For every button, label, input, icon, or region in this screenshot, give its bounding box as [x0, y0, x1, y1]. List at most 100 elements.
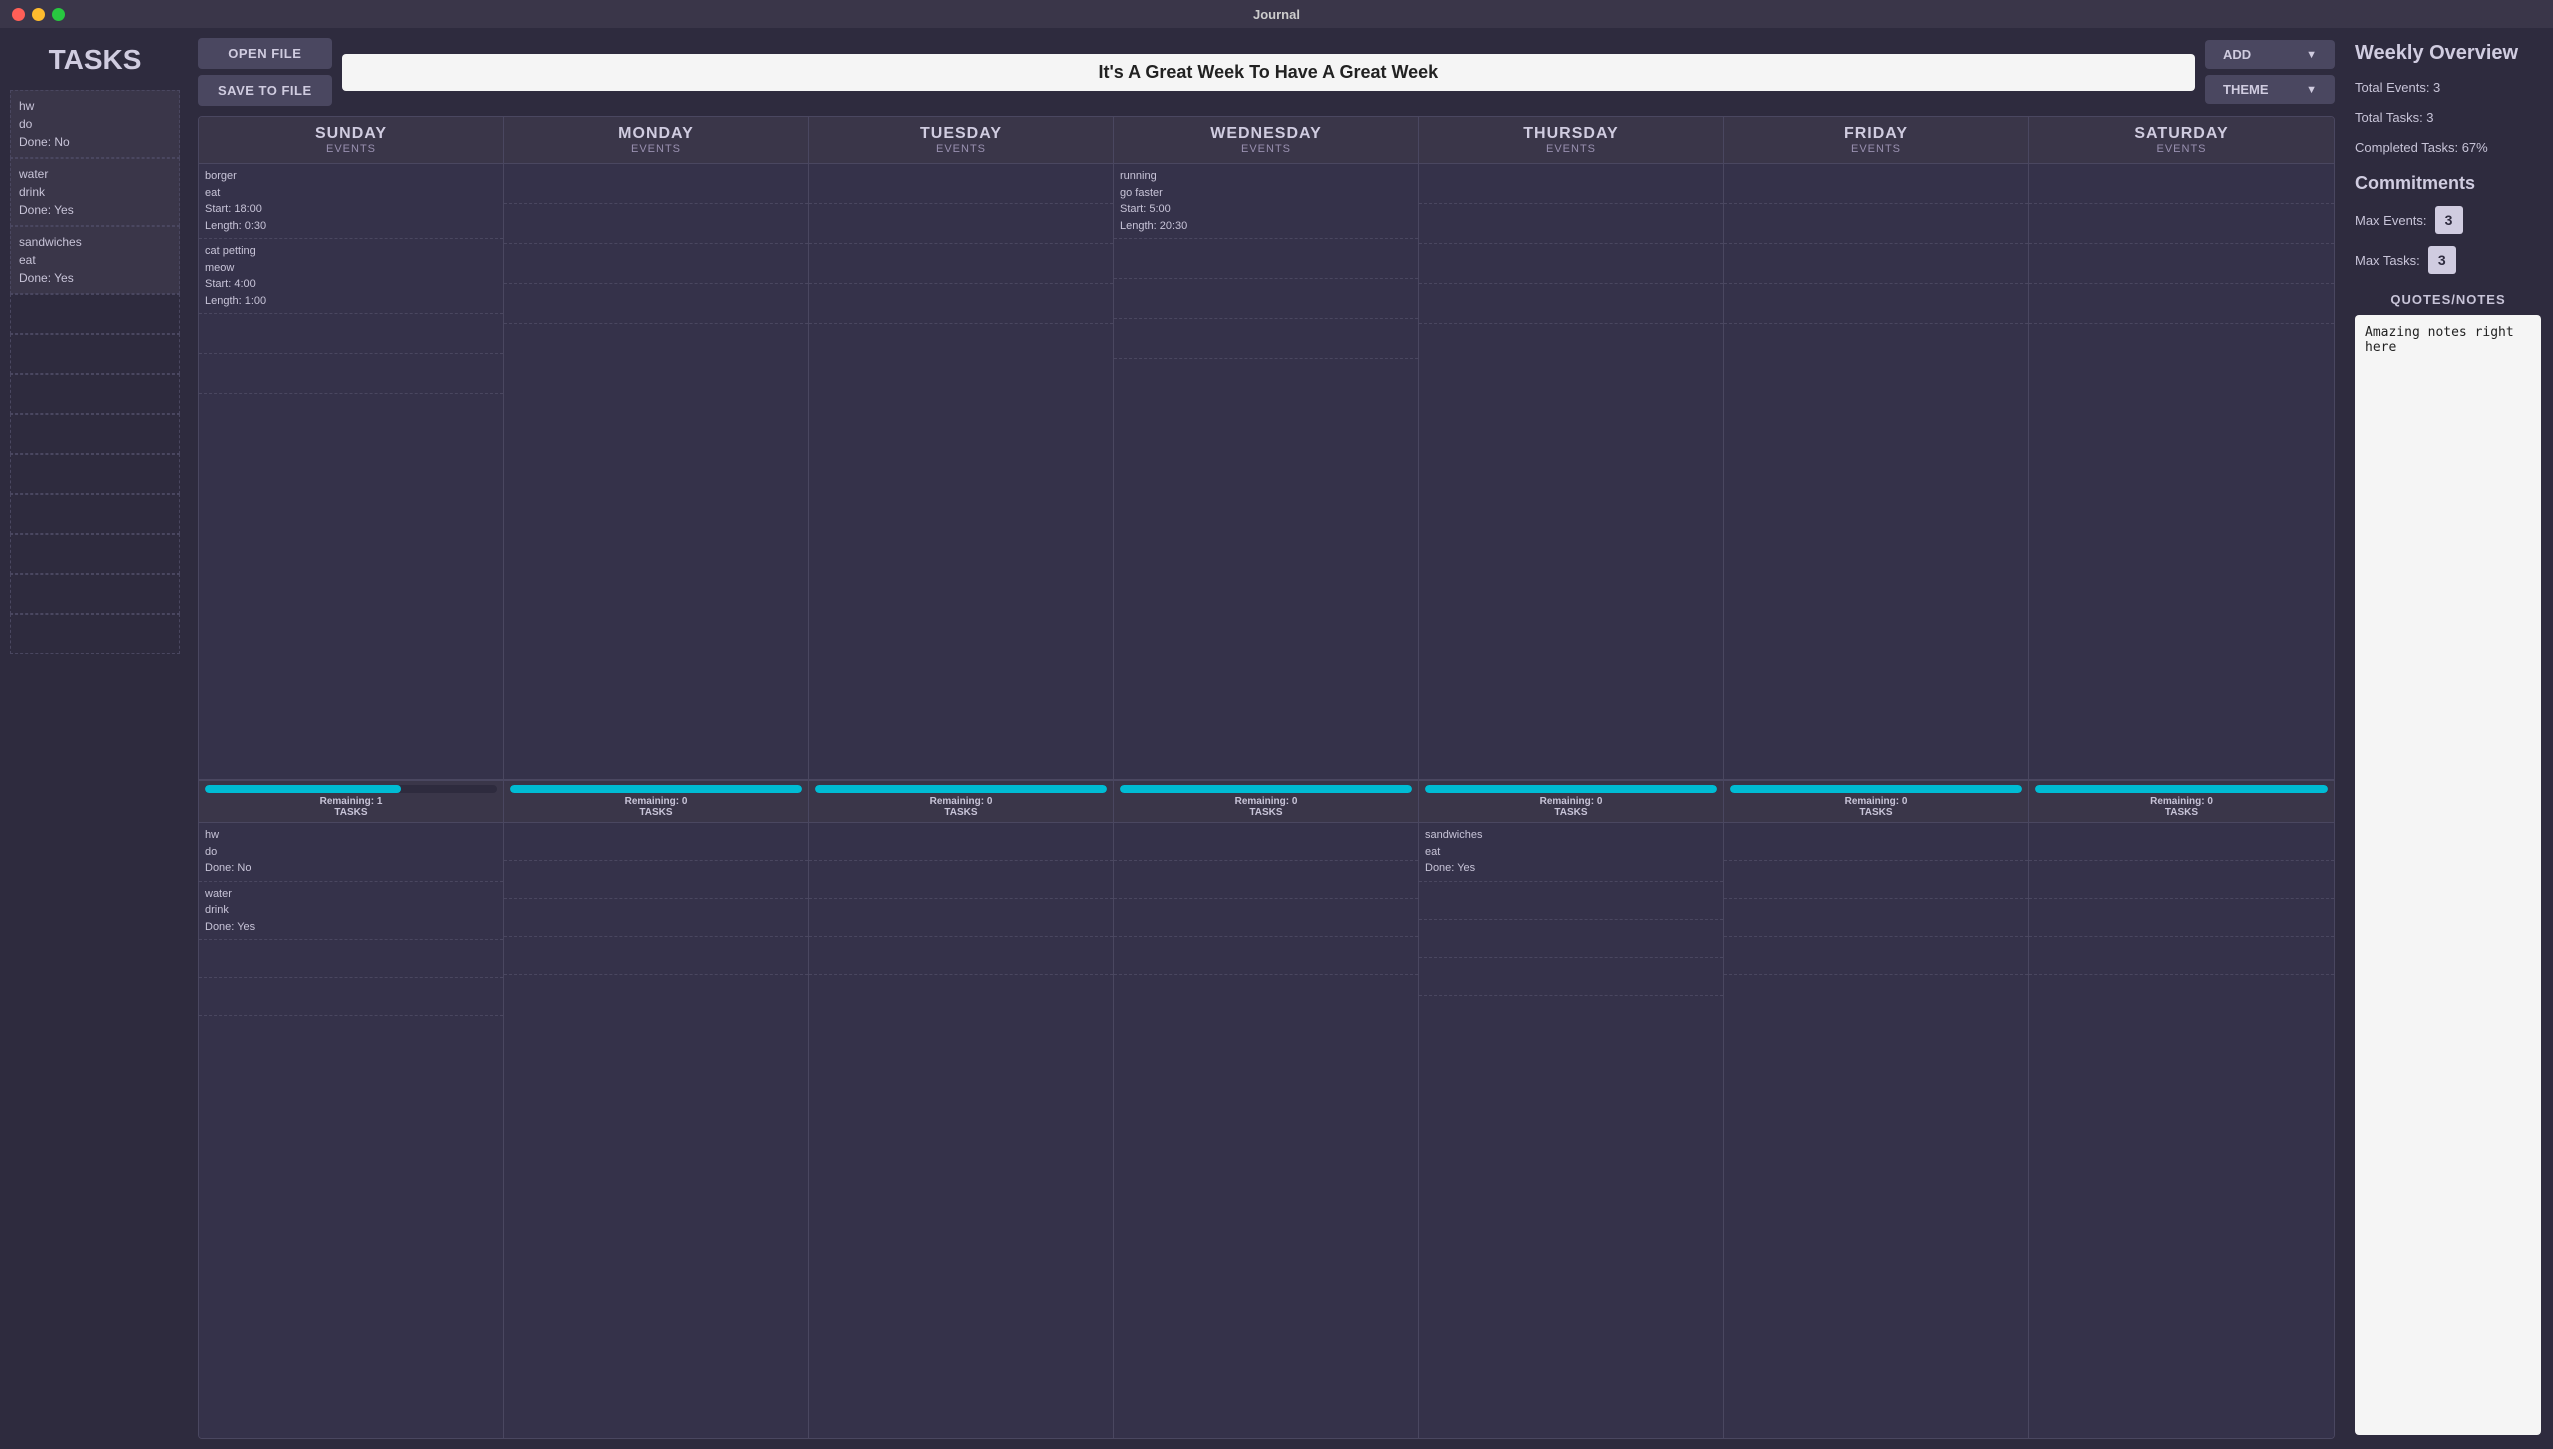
task-slot[interactable] — [1114, 937, 1418, 975]
event-slot[interactable] — [1419, 164, 1723, 204]
sidebar-task-item[interactable]: hw do Done: No — [10, 90, 180, 158]
event-slot[interactable] — [2029, 164, 2334, 204]
task-slot[interactable] — [504, 861, 808, 899]
event-slot[interactable] — [1419, 204, 1723, 244]
task-slot[interactable] — [809, 899, 1113, 937]
progress-bar-fill — [2035, 785, 2328, 793]
task-slot[interactable] — [1724, 975, 2028, 1013]
minimize-button[interactable] — [32, 8, 45, 21]
task-slot[interactable] — [809, 937, 1113, 975]
event-slot[interactable] — [1419, 244, 1723, 284]
task-slot[interactable] — [2029, 899, 2334, 937]
task-slot[interactable] — [2029, 861, 2334, 899]
task-slot[interactable] — [1724, 861, 2028, 899]
sidebar-task-item[interactable] — [10, 534, 180, 574]
event-slot[interactable] — [199, 354, 503, 394]
progress-bar-bg — [1120, 785, 1412, 793]
event-slot[interactable] — [809, 324, 1113, 364]
sidebar-task-item[interactable] — [10, 494, 180, 534]
task-slot[interactable] — [1419, 882, 1723, 920]
task-slot[interactable] — [199, 1016, 503, 1054]
event-slot[interactable] — [809, 164, 1113, 204]
tasks-section: hw do Done: Nowater drink Done: Yes — [199, 823, 503, 1438]
events-section: borger eat Start: 18:00 Length: 0:30cat … — [199, 164, 503, 780]
event-slot[interactable] — [1724, 204, 2028, 244]
main-content: OPEN FILE SAVE TO FILE ADD ▼ THEME ▼ SUN… — [190, 28, 2343, 1449]
week-title-input[interactable] — [342, 54, 2195, 91]
event-slot[interactable] — [1114, 279, 1418, 319]
sidebar-task-item[interactable] — [10, 614, 180, 654]
task-slot[interactable] — [199, 978, 503, 1016]
theme-dropdown-button[interactable]: THEME ▼ — [2205, 75, 2335, 104]
event-slot[interactable] — [504, 164, 808, 204]
task-slot[interactable] — [2029, 937, 2334, 975]
task-slot[interactable] — [1114, 861, 1418, 899]
task-slot[interactable] — [1724, 823, 2028, 861]
open-file-button[interactable]: OPEN FILE — [198, 38, 332, 69]
sidebar-task-item[interactable]: water drink Done: Yes — [10, 158, 180, 226]
task-slot[interactable]: hw do Done: No — [199, 823, 503, 882]
task-slot[interactable] — [809, 861, 1113, 899]
task-slot[interactable] — [1724, 899, 2028, 937]
day-header-saturday: SATURDAYEVENTS — [2029, 117, 2334, 164]
task-slot[interactable] — [2029, 823, 2334, 861]
event-slot[interactable] — [1724, 244, 2028, 284]
event-slot[interactable] — [1724, 324, 2028, 364]
event-slot[interactable] — [2029, 244, 2334, 284]
task-slot[interactable] — [504, 899, 808, 937]
sidebar: TASKS hw do Done: Nowater drink Done: Ye… — [0, 28, 190, 1449]
sidebar-task-item[interactable] — [10, 574, 180, 614]
sidebar-task-item[interactable]: sandwiches eat Done: Yes — [10, 226, 180, 294]
event-slot[interactable]: running go faster Start: 5:00 Length: 20… — [1114, 164, 1418, 239]
event-slot[interactable] — [504, 244, 808, 284]
event-slot[interactable] — [809, 284, 1113, 324]
event-slot[interactable] — [809, 244, 1113, 284]
task-slot[interactable] — [1419, 996, 1723, 1034]
task-slot[interactable] — [1114, 823, 1418, 861]
event-slot[interactable] — [1419, 324, 1723, 364]
event-slot[interactable] — [1114, 319, 1418, 359]
sidebar-task-item[interactable] — [10, 294, 180, 334]
maximize-button[interactable] — [52, 8, 65, 21]
task-slot[interactable] — [809, 975, 1113, 1013]
task-slot[interactable] — [2029, 975, 2334, 1013]
task-slot[interactable] — [504, 823, 808, 861]
event-slot[interactable] — [504, 324, 808, 364]
event-slot[interactable] — [1114, 359, 1418, 399]
event-slot[interactable] — [2029, 284, 2334, 324]
task-slot[interactable] — [1724, 937, 2028, 975]
event-slot[interactable] — [504, 204, 808, 244]
event-slot[interactable] — [1724, 164, 2028, 204]
event-slot[interactable] — [199, 314, 503, 354]
event-slot[interactable] — [2029, 324, 2334, 364]
task-slot[interactable] — [504, 975, 808, 1013]
completed-tasks-stat: Completed Tasks: 67% — [2355, 137, 2541, 159]
event-slot[interactable] — [1419, 284, 1723, 324]
sidebar-task-item[interactable] — [10, 414, 180, 454]
close-button[interactable] — [12, 8, 25, 21]
event-slot[interactable] — [504, 284, 808, 324]
event-slot[interactable]: borger eat Start: 18:00 Length: 0:30 — [199, 164, 503, 239]
remaining-text: Remaining: 0TASKS — [1425, 796, 1717, 818]
sidebar-task-item[interactable] — [10, 334, 180, 374]
add-dropdown-button[interactable]: ADD ▼ — [2205, 40, 2335, 69]
task-slot[interactable] — [1114, 975, 1418, 1013]
event-slot[interactable] — [1114, 239, 1418, 279]
sidebar-task-item[interactable] — [10, 374, 180, 414]
event-slot[interactable] — [199, 394, 503, 434]
event-slot[interactable] — [2029, 204, 2334, 244]
event-slot[interactable] — [809, 204, 1113, 244]
task-slot[interactable] — [1419, 958, 1723, 996]
task-slot[interactable]: water drink Done: Yes — [199, 882, 503, 941]
task-slot[interactable]: sandwiches eat Done: Yes — [1419, 823, 1723, 882]
sidebar-task-item[interactable] — [10, 454, 180, 494]
task-slot[interactable] — [199, 940, 503, 978]
event-slot[interactable]: cat petting meow Start: 4:00 Length: 1:0… — [199, 239, 503, 314]
task-slot[interactable] — [504, 937, 808, 975]
event-slot[interactable] — [1724, 284, 2028, 324]
task-slot[interactable] — [809, 823, 1113, 861]
notes-textarea[interactable] — [2355, 315, 2541, 1435]
task-slot[interactable] — [1114, 899, 1418, 937]
task-slot[interactable] — [1419, 920, 1723, 958]
save-to-file-button[interactable]: SAVE TO FILE — [198, 75, 332, 106]
